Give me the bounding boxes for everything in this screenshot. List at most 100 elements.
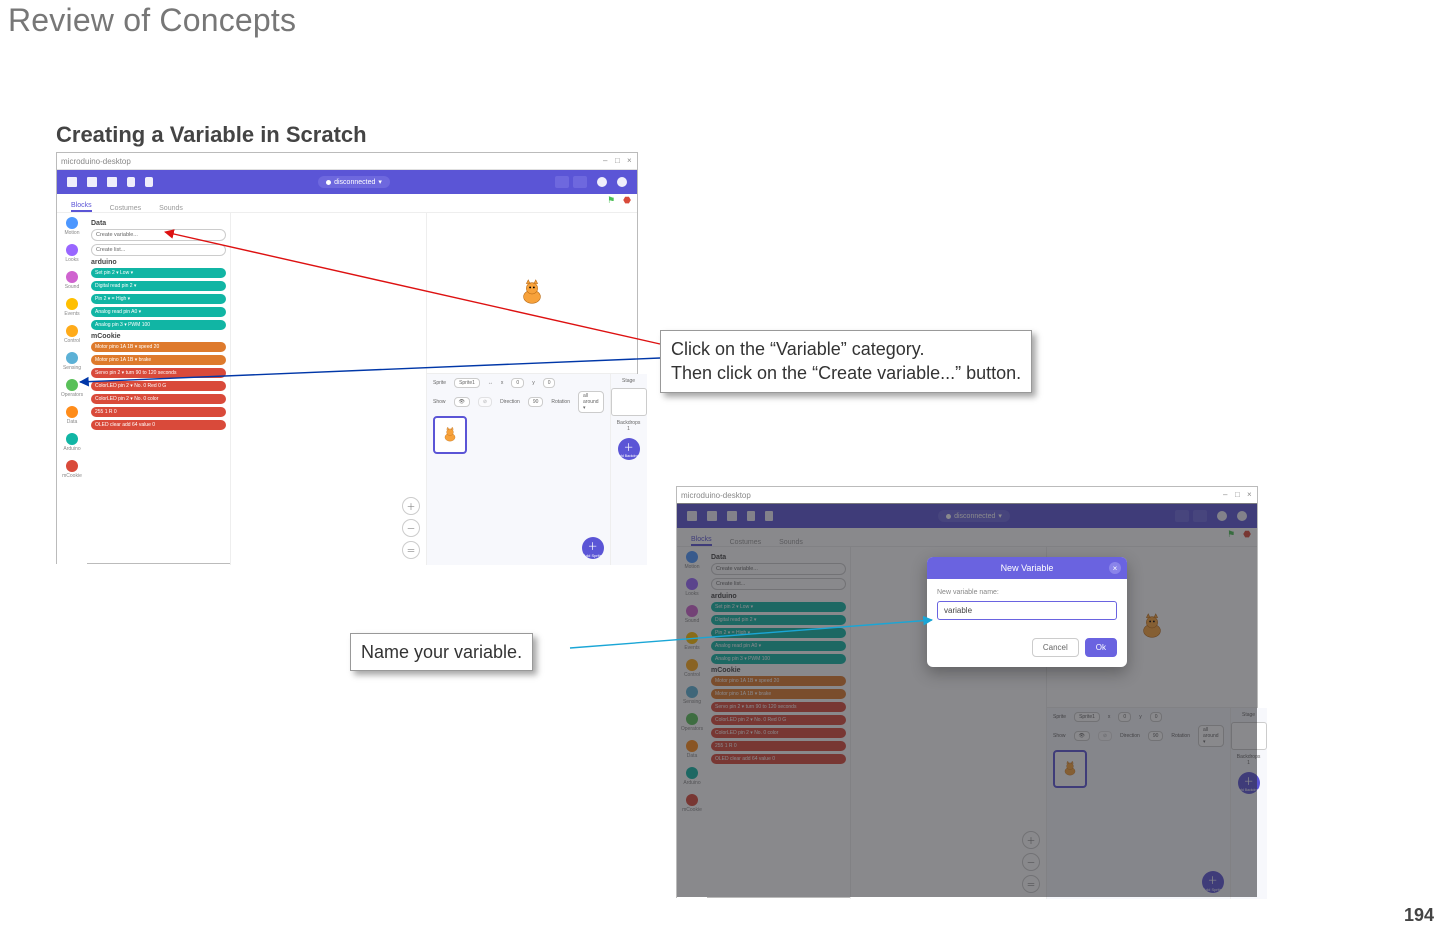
block-arduino[interactable]: Pin 2 ▾ = High ▾	[711, 628, 846, 638]
tab-costumes[interactable]: Costumes	[730, 539, 762, 546]
tab-sounds[interactable]: Sounds	[159, 205, 183, 212]
category-events[interactable]: Events	[64, 298, 79, 317]
block-arduino[interactable]: Pin 2 ▾ = High ▾	[91, 294, 226, 304]
mode-toggle-b[interactable]	[573, 176, 587, 188]
sprite-y-input[interactable]: 0	[1150, 712, 1163, 722]
block-arduino[interactable]: Analog read pin A0 ▾	[711, 641, 846, 651]
hide-eye-icon[interactable]: ⊘	[478, 397, 492, 407]
window-maximize-icon[interactable]: □	[615, 158, 621, 164]
help-icon[interactable]	[617, 177, 627, 187]
direction-input[interactable]: 90	[1148, 731, 1164, 741]
category-data[interactable]: Data	[686, 740, 698, 759]
zoom-fit-icon[interactable]: ＝	[402, 541, 420, 559]
sprite-name-input[interactable]: Sprite1	[454, 378, 480, 388]
add-backdrop-button[interactable]: ＋ Add Backdrop	[618, 438, 640, 460]
create-list-button[interactable]: Create list...	[711, 578, 846, 590]
block-arduino[interactable]: Analog pin 3 ▾ PWM 100	[711, 654, 846, 664]
tab-blocks[interactable]: Blocks	[691, 536, 712, 546]
block-mcookie[interactable]: Servo pin 2 ▾ turn 90 to 120 seconds	[91, 368, 226, 378]
stop-icon[interactable]: ⬣	[1243, 529, 1251, 540]
category-sound[interactable]: Sound	[65, 271, 79, 290]
sprite-thumbnail[interactable]	[433, 416, 467, 454]
ok-button[interactable]: Ok	[1085, 638, 1117, 657]
script-canvas[interactable]: ＋ － ＝	[231, 213, 426, 565]
show-eye-icon[interactable]: 👁	[454, 397, 470, 407]
modal-close-icon[interactable]: ×	[1109, 562, 1121, 574]
block-arduino[interactable]: Digital read pin 2 ▾	[91, 281, 226, 291]
stop-icon[interactable]: ⬣	[623, 195, 631, 206]
block-mcookie[interactable]: Motor pino 1A 1B ▾ brake	[711, 689, 846, 699]
category-control[interactable]: Control	[684, 659, 700, 678]
block-arduino[interactable]: Analog pin 3 ▾ PWM 100	[91, 320, 226, 330]
category-events[interactable]: Events	[684, 632, 699, 651]
category-motion[interactable]: Motion	[64, 217, 79, 236]
block-mcookie[interactable]: 255 1 R 0	[711, 741, 846, 751]
category-motion[interactable]: Motion	[684, 551, 699, 570]
block-arduino[interactable]: Analog read pin A0 ▾	[91, 307, 226, 317]
cancel-button[interactable]: Cancel	[1032, 638, 1079, 657]
sprite-thumbnail[interactable]	[1053, 750, 1087, 788]
undo-icon[interactable]	[747, 511, 755, 521]
window-maximize-icon[interactable]: □	[1235, 492, 1241, 498]
stage-thumbnail[interactable]	[1231, 722, 1267, 750]
block-arduino[interactable]: Digital read pin 2 ▾	[711, 615, 846, 625]
tab-sounds[interactable]: Sounds	[779, 539, 803, 546]
block-mcookie[interactable]: ColorLED pin 2 ▾ No. 0 color	[91, 394, 226, 404]
variable-name-input[interactable]	[937, 601, 1117, 620]
block-arduino[interactable]: Set pin 2 ▾ Low ▾	[91, 268, 226, 278]
block-arduino[interactable]: Set pin 2 ▾ Low ▾	[711, 602, 846, 612]
block-mcookie[interactable]: OLED clear add 64 value 0	[91, 420, 226, 430]
category-arduino[interactable]: Arduino	[683, 767, 700, 786]
block-mcookie[interactable]: OLED clear add 64 value 0	[711, 754, 846, 764]
zoom-in-icon[interactable]: ＋	[1022, 831, 1040, 849]
category-looks[interactable]: Looks	[685, 578, 698, 597]
block-mcookie[interactable]: ColorLED pin 2 ▾ No. 0 Red 0 G	[711, 715, 846, 725]
help-icon[interactable]	[1237, 511, 1247, 521]
tab-blocks[interactable]: Blocks	[71, 202, 92, 212]
save-file-icon[interactable]	[107, 177, 117, 187]
sprite-name-input[interactable]: Sprite1	[1074, 712, 1100, 722]
show-eye-icon[interactable]: 👁	[1074, 731, 1090, 741]
zoom-fit-icon[interactable]: ＝	[1022, 875, 1040, 893]
window-minimize-icon[interactable]: –	[1223, 492, 1229, 498]
category-sensing[interactable]: Sensing	[63, 352, 81, 371]
sprite-x-input[interactable]: 0	[511, 378, 524, 388]
create-variable-button[interactable]: Create variable...	[711, 563, 846, 575]
direction-input[interactable]: 90	[528, 397, 544, 407]
settings-icon[interactable]	[1217, 511, 1227, 521]
new-file-icon[interactable]	[67, 177, 77, 187]
tab-costumes[interactable]: Costumes	[110, 205, 142, 212]
redo-icon[interactable]	[145, 177, 153, 187]
hide-eye-icon[interactable]: ⊘	[1098, 731, 1112, 741]
stage-thumbnail[interactable]	[611, 388, 647, 416]
sprite-x-input[interactable]: 0	[1118, 712, 1131, 722]
create-variable-button[interactable]: Create variable...	[91, 229, 226, 241]
window-minimize-icon[interactable]: –	[603, 158, 609, 164]
block-mcookie[interactable]: ColorLED pin 2 ▾ No. 0 color	[711, 728, 846, 738]
category-mcookie[interactable]: mCookie	[682, 794, 702, 813]
category-mcookie[interactable]: mCookie	[62, 460, 82, 479]
window-close-icon[interactable]: ×	[1247, 492, 1253, 498]
open-file-icon[interactable]	[87, 177, 97, 187]
category-operators[interactable]: Operators	[681, 713, 703, 732]
green-flag-icon[interactable]: ⚑	[607, 195, 615, 206]
add-sprite-button[interactable]: ＋ Add Sprite	[1202, 871, 1224, 893]
zoom-out-icon[interactable]: －	[1022, 853, 1040, 871]
mode-toggle-a[interactable]	[1175, 510, 1189, 522]
category-arduino[interactable]: Arduino	[63, 433, 80, 452]
connection-status-pill[interactable]: disconnected ▾	[938, 510, 1010, 522]
mode-toggle-b[interactable]	[1193, 510, 1207, 522]
open-file-icon[interactable]	[707, 511, 717, 521]
block-mcookie[interactable]: Motor pino 1A 1B ▾ brake	[91, 355, 226, 365]
new-file-icon[interactable]	[687, 511, 697, 521]
block-mcookie[interactable]: ColorLED pin 2 ▾ No. 0 Red 0 G	[91, 381, 226, 391]
category-sound[interactable]: Sound	[685, 605, 699, 624]
mode-toggle-a[interactable]	[555, 176, 569, 188]
settings-icon[interactable]	[597, 177, 607, 187]
block-mcookie[interactable]: 255 1 R 0	[91, 407, 226, 417]
category-data[interactable]: Data	[66, 406, 78, 425]
stage-preview[interactable]	[427, 213, 637, 374]
add-backdrop-button[interactable]: ＋ Add Backdrop	[1238, 772, 1260, 794]
add-sprite-button[interactable]: ＋ Add Sprite	[582, 537, 604, 559]
block-mcookie[interactable]: Motor pino 1A 1B ▾ speed 20	[91, 342, 226, 352]
